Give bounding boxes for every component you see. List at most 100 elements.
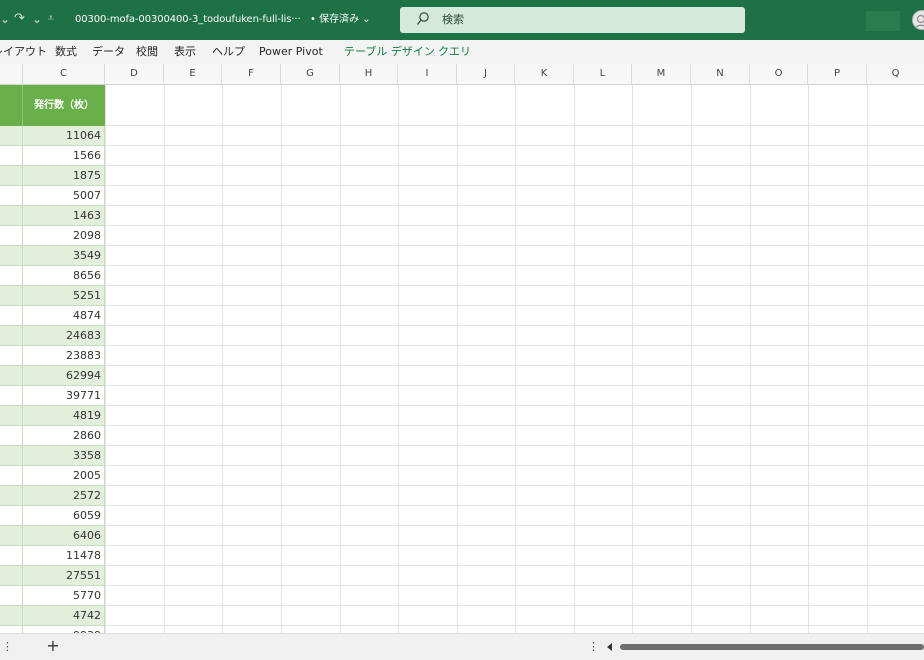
table-cell-issued-count[interactable]: 4874	[23, 306, 105, 326]
grid-row-line	[105, 205, 924, 206]
sheet-options-icon[interactable]: ⋮	[588, 640, 599, 654]
table-cell-issued-count[interactable]: 2005	[23, 466, 105, 486]
table-row: 24683	[0, 326, 105, 346]
table-cell[interactable]	[0, 606, 23, 626]
tab-power-pivot[interactable]: Power Pivot	[259, 45, 323, 59]
tab-page-layout[interactable]: レイアウト	[0, 45, 47, 59]
customize-toolbar-icon[interactable]: ⩡	[48, 11, 54, 27]
table-cell-issued-count[interactable]: 1566	[23, 146, 105, 166]
table-cell[interactable]	[0, 586, 23, 606]
column-header-g[interactable]: G	[281, 64, 340, 84]
table-cell-issued-count[interactable]: 9939	[23, 626, 105, 633]
table-cell-issued-count[interactable]: 39771	[23, 386, 105, 406]
table-cell-issued-count[interactable]: 24683	[23, 326, 105, 346]
table-cell[interactable]	[0, 386, 23, 406]
column-header-f[interactable]: F	[222, 64, 281, 84]
column-header-m[interactable]: M	[632, 64, 691, 84]
table-cell-issued-count[interactable]: 23883	[23, 346, 105, 366]
table-header-cell[interactable]	[0, 85, 23, 126]
tab-help[interactable]: ヘルプ	[212, 45, 245, 59]
tab-formulas[interactable]: 数式	[55, 45, 77, 59]
redo-icon[interactable]: ↷	[14, 11, 25, 27]
table-cell-issued-count[interactable]: 2860	[23, 426, 105, 446]
column-header-q[interactable]: Q	[867, 64, 924, 84]
table-row: 6406	[0, 526, 105, 546]
table-cell-issued-count[interactable]: 27551	[23, 566, 105, 586]
column-header-l[interactable]: L	[574, 64, 632, 84]
table-cell[interactable]	[0, 306, 23, 326]
tab-data[interactable]: データ	[92, 45, 125, 59]
column-header-h[interactable]: H	[340, 64, 398, 84]
redo-dropdown-icon[interactable]: ⌄	[32, 11, 42, 27]
table-row: 4819	[0, 406, 105, 426]
column-header-k[interactable]: K	[515, 64, 574, 84]
table-cell-issued-count[interactable]: 4742	[23, 606, 105, 626]
table-cell[interactable]	[0, 506, 23, 526]
search-box[interactable]: 検索	[400, 7, 745, 33]
table-cell-issued-count[interactable]: 4819	[23, 406, 105, 426]
table-cell-issued-count[interactable]: 3549	[23, 246, 105, 266]
table-cell-issued-count[interactable]: 1875	[23, 166, 105, 186]
column-header-n[interactable]: N	[691, 64, 750, 84]
column-header-e[interactable]: E	[164, 64, 222, 84]
table-cell-issued-count[interactable]: 62994	[23, 366, 105, 386]
column-header-p[interactable]: P	[808, 64, 867, 84]
column-header-partial[interactable]	[0, 64, 23, 84]
table-header-cell-issued-count[interactable]: 発行数（枚）	[23, 85, 105, 126]
tab-view[interactable]: 表示	[174, 45, 196, 59]
table-cell-issued-count[interactable]: 8656	[23, 266, 105, 286]
table-cell[interactable]	[0, 246, 23, 266]
table-cell[interactable]	[0, 626, 23, 633]
tab-review[interactable]: 校閲	[136, 45, 158, 59]
grid-row-line	[105, 525, 924, 526]
table-cell[interactable]	[0, 286, 23, 306]
table-cell[interactable]	[0, 486, 23, 506]
table-cell-issued-count[interactable]: 2098	[23, 226, 105, 246]
tab-table-design[interactable]: テーブル デザイン	[344, 45, 435, 59]
table-cell[interactable]	[0, 146, 23, 166]
table-cell-issued-count[interactable]: 6059	[23, 506, 105, 526]
column-header-j[interactable]: J	[457, 64, 515, 84]
table-cell-issued-count[interactable]: 11064	[23, 126, 105, 146]
table-cell-issued-count[interactable]: 11478	[23, 546, 105, 566]
table-row: 9939	[0, 626, 105, 633]
save-status[interactable]: • 保存済み ⌄	[310, 13, 371, 27]
table-cell-issued-count[interactable]: 6406	[23, 526, 105, 546]
table-cell[interactable]	[0, 446, 23, 466]
table-cell[interactable]	[0, 466, 23, 486]
table-cell[interactable]	[0, 326, 23, 346]
table-cell[interactable]	[0, 186, 23, 206]
table-cell[interactable]	[0, 526, 23, 546]
scroll-left-icon[interactable]	[607, 643, 612, 651]
table-cell-issued-count[interactable]: 5251	[23, 286, 105, 306]
table-cell[interactable]	[0, 266, 23, 286]
add-sheet-button[interactable]: +	[44, 637, 62, 655]
table-cell[interactable]	[0, 566, 23, 586]
column-header-i[interactable]: I	[398, 64, 457, 84]
tab-query[interactable]: クエリ	[438, 45, 471, 59]
table-cell[interactable]	[0, 126, 23, 146]
spreadsheet-grid[interactable]: 発行数（枚） 11064 1566 1875 5007 1463 2098 3549 8656…	[0, 85, 924, 633]
sheet-nav-icon[interactable]: ⋮	[2, 640, 13, 654]
table-cell[interactable]	[0, 166, 23, 186]
avatar[interactable]	[912, 10, 924, 30]
column-header-d[interactable]: D	[105, 64, 164, 84]
table-cell-issued-count[interactable]: 5770	[23, 586, 105, 606]
table-cell-issued-count[interactable]: 3358	[23, 446, 105, 466]
titlebar-button[interactable]	[866, 11, 900, 31]
table-cell[interactable]	[0, 366, 23, 386]
column-header-c[interactable]: C	[23, 64, 105, 84]
column-header-o[interactable]: O	[750, 64, 808, 84]
table-cell[interactable]	[0, 546, 23, 566]
table-cell-issued-count[interactable]: 5007	[23, 186, 105, 206]
table-cell[interactable]	[0, 426, 23, 446]
undo-dropdown-icon[interactable]: ⌄	[0, 11, 10, 27]
table-cell[interactable]	[0, 346, 23, 366]
table-cell[interactable]	[0, 406, 23, 426]
document-title[interactable]: 00300-mofa-00300400-3_todoufuken-full-li…	[75, 13, 301, 27]
table-cell[interactable]	[0, 226, 23, 246]
table-cell[interactable]	[0, 206, 23, 226]
table-cell-issued-count[interactable]: 1463	[23, 206, 105, 226]
horizontal-scrollbar[interactable]	[620, 644, 924, 650]
table-cell-issued-count[interactable]: 2572	[23, 486, 105, 506]
